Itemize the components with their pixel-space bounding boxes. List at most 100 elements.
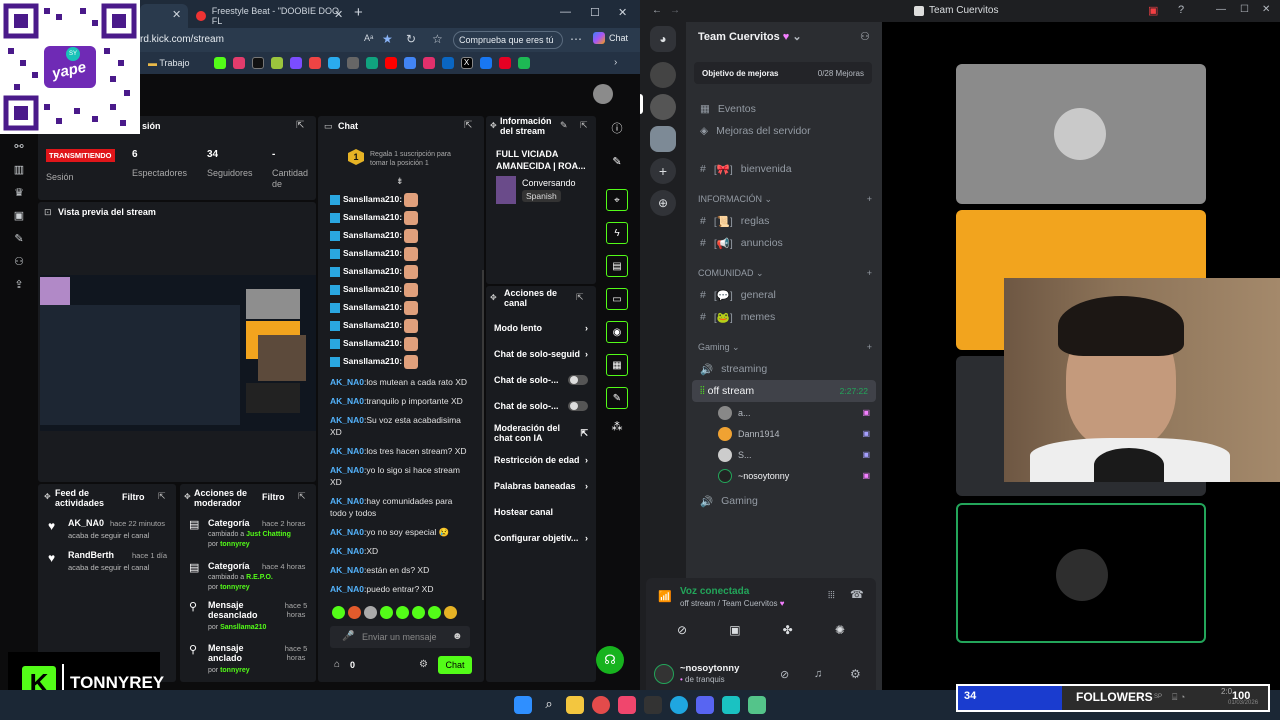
age-restriction-item[interactable]: Restricción de edad › <box>486 447 596 473</box>
close-tab-icon[interactable]: ✕ <box>172 8 181 21</box>
back-arrow-icon[interactable]: ← <box>652 5 662 16</box>
bookmarks-overflow-icon[interactable]: › <box>614 57 617 68</box>
subs-only-item[interactable]: Chat de solo-... <box>486 367 596 393</box>
maximize-icon[interactable]: ☐ <box>1240 4 1249 15</box>
stream-category[interactable]: Conversando <box>522 178 576 188</box>
message-icon[interactable]: ▭ <box>606 288 628 310</box>
voice-tile-speaking[interactable] <box>956 503 1206 643</box>
events-item[interactable]: ▦ Eventos <box>686 98 882 120</box>
boost-goal-bar[interactable]: Objetivo de mejoras 0/28 Mejoras <box>694 62 872 84</box>
voice-user[interactable]: S... ▣ <box>686 444 882 465</box>
more-options-icon[interactable]: ⋯ <box>570 32 582 46</box>
url-input[interactable]: rd.kick.com/stream <box>140 31 380 49</box>
support-button[interactable]: ☊ <box>596 646 624 674</box>
category-gaming[interactable]: Gaming ⌄ + <box>686 336 882 358</box>
chatgpt-bookmark-icon[interactable] <box>365 57 378 69</box>
app-icon[interactable] <box>644 696 662 714</box>
popout-icon[interactable]: ⇱ <box>296 120 304 131</box>
stream-preview-video[interactable] <box>40 275 316 431</box>
app-icon[interactable] <box>722 696 740 714</box>
info-icon[interactable]: ⓘ <box>612 120 623 136</box>
add-channel-icon[interactable]: + <box>867 342 872 352</box>
user-avatar[interactable] <box>593 84 613 104</box>
chat-username[interactable]: Sansllama210: <box>343 194 402 204</box>
layout-icon[interactable]: ▦ <box>606 354 628 376</box>
noise-suppression-icon[interactable]: ⦙⦙⦙ <box>828 590 835 601</box>
add-channel-icon[interactable]: + <box>867 268 872 278</box>
trophy-icon[interactable]: ♛ <box>14 186 24 199</box>
telegram-bookmark-icon[interactable] <box>327 57 340 69</box>
appletv-bookmark-icon[interactable] <box>251 57 264 69</box>
channel-memes[interactable]: # [🐸] memes <box>686 306 882 328</box>
edit-icon[interactable]: ✎ <box>560 120 568 131</box>
mod-move-icon[interactable]: ✥ <box>184 492 191 501</box>
voice-tile-1[interactable] <box>956 64 1206 204</box>
chat-username[interactable]: AK_NA0 <box>330 527 364 537</box>
feed-user[interactable]: AK_NA0 <box>68 518 104 528</box>
upload-icon[interactable]: ⇪ <box>14 278 23 291</box>
voice-location[interactable]: off stream / Team Cuervitos ♥ <box>680 599 785 608</box>
points-icon[interactable]: ⌂ <box>334 659 340 670</box>
channel-bienvenida[interactable]: # [🎀] bienvenida <box>686 158 882 180</box>
favorite-star-icon[interactable]: ★ <box>382 32 393 46</box>
emote-icon[interactable] <box>364 606 377 619</box>
chat-username[interactable]: AK_NA0 <box>330 465 364 475</box>
chat-input[interactable]: 🎤 Enviar un mensaje ☻ <box>330 626 470 648</box>
search-icon[interactable]: ⌕ <box>540 696 558 714</box>
user-bookmark-icon[interactable] <box>346 57 359 69</box>
wrench-icon[interactable]: ✎ <box>606 387 628 409</box>
chrome-bookmark-icon[interactable] <box>308 57 321 69</box>
lightning-icon[interactable]: ϟ <box>606 222 628 244</box>
obs-icon[interactable] <box>592 696 610 714</box>
mod-action-user[interactable]: tonnyrey <box>220 667 250 674</box>
chat-settings-icon[interactable]: ⚙ <box>419 659 428 670</box>
chat-username[interactable]: AK_NA0 <box>330 496 364 506</box>
broadcast-icon[interactable]: ◉ <box>606 321 628 343</box>
mute-mic-icon[interactable]: ⊘ <box>780 668 789 681</box>
popout-icon[interactable]: ⇱ <box>464 120 472 131</box>
add-server-icon[interactable]: + <box>650 158 676 184</box>
chat-username[interactable]: Sansllama210: <box>343 338 402 348</box>
emote-icon[interactable] <box>348 606 361 619</box>
voice-user[interactable]: a... ▣ <box>686 402 882 423</box>
refresh-icon[interactable]: ↻ <box>406 32 416 46</box>
pencil-icon[interactable]: ✎ <box>612 155 621 168</box>
chat-username[interactable]: Sansllama210: <box>343 302 402 312</box>
facebook-bookmark-icon[interactable] <box>479 57 492 69</box>
spotify-bookmark-icon[interactable] <box>517 57 530 69</box>
popout-icon[interactable]: ⇱ <box>298 491 306 502</box>
file-explorer-icon[interactable] <box>566 696 584 714</box>
browser-tab-youtube[interactable]: Freestyle Beat - "DOOBIE DOO FL <box>188 4 348 28</box>
forward-arrow-icon[interactable]: → <box>670 5 680 16</box>
voice-user[interactable]: ~nosoytonny ▣ <box>686 465 882 486</box>
minimize-icon[interactable]: — <box>560 6 571 18</box>
popout-icon[interactable]: ⇱ <box>158 491 166 502</box>
chat-username[interactable]: Sansllama210: <box>343 320 402 330</box>
start-icon[interactable] <box>514 696 532 714</box>
chat-username[interactable]: Sansllama210: <box>343 212 402 222</box>
server-name[interactable]: Team Cuervitos ♥ ⌄ <box>698 30 802 43</box>
chat-username[interactable]: Sansllama210: <box>343 284 402 294</box>
help-icon[interactable]: ? <box>1178 4 1184 16</box>
channel-anuncios[interactable]: # [📢] anuncios <box>686 232 882 254</box>
toggle-switch[interactable] <box>568 375 588 385</box>
minimize-icon[interactable]: — <box>1216 4 1226 15</box>
voice-channel-gaming[interactable]: 🔊 Gaming <box>686 490 882 512</box>
chat-username[interactable]: Sansllama210: <box>343 356 402 366</box>
channel-general[interactable]: # [💬] general <box>686 284 882 306</box>
goal-config-item[interactable]: Configurar objetiv... › <box>486 525 596 551</box>
edge-icon[interactable] <box>670 696 688 714</box>
app-icon[interactable] <box>748 696 766 714</box>
link-icon[interactable]: ⚯ <box>14 140 23 153</box>
maximize-icon[interactable]: ☐ <box>590 6 600 19</box>
voice-channel-streaming[interactable]: 🔊 streaming <box>686 358 882 380</box>
instagram-bookmark-icon[interactable] <box>422 57 435 69</box>
media-icon[interactable]: ▣ <box>14 209 24 222</box>
followers-only-item[interactable]: Chat de solo-seguid › <box>486 341 596 367</box>
popout-icon[interactable]: ⇱ <box>580 120 588 131</box>
chat-username[interactable]: AK_NA0 <box>330 584 364 594</box>
toggle-switch[interactable] <box>568 401 588 411</box>
avatar[interactable] <box>654 664 674 684</box>
ai-bookmark-icon[interactable] <box>289 57 302 69</box>
analytics-icon[interactable]: ▥ <box>14 163 24 176</box>
